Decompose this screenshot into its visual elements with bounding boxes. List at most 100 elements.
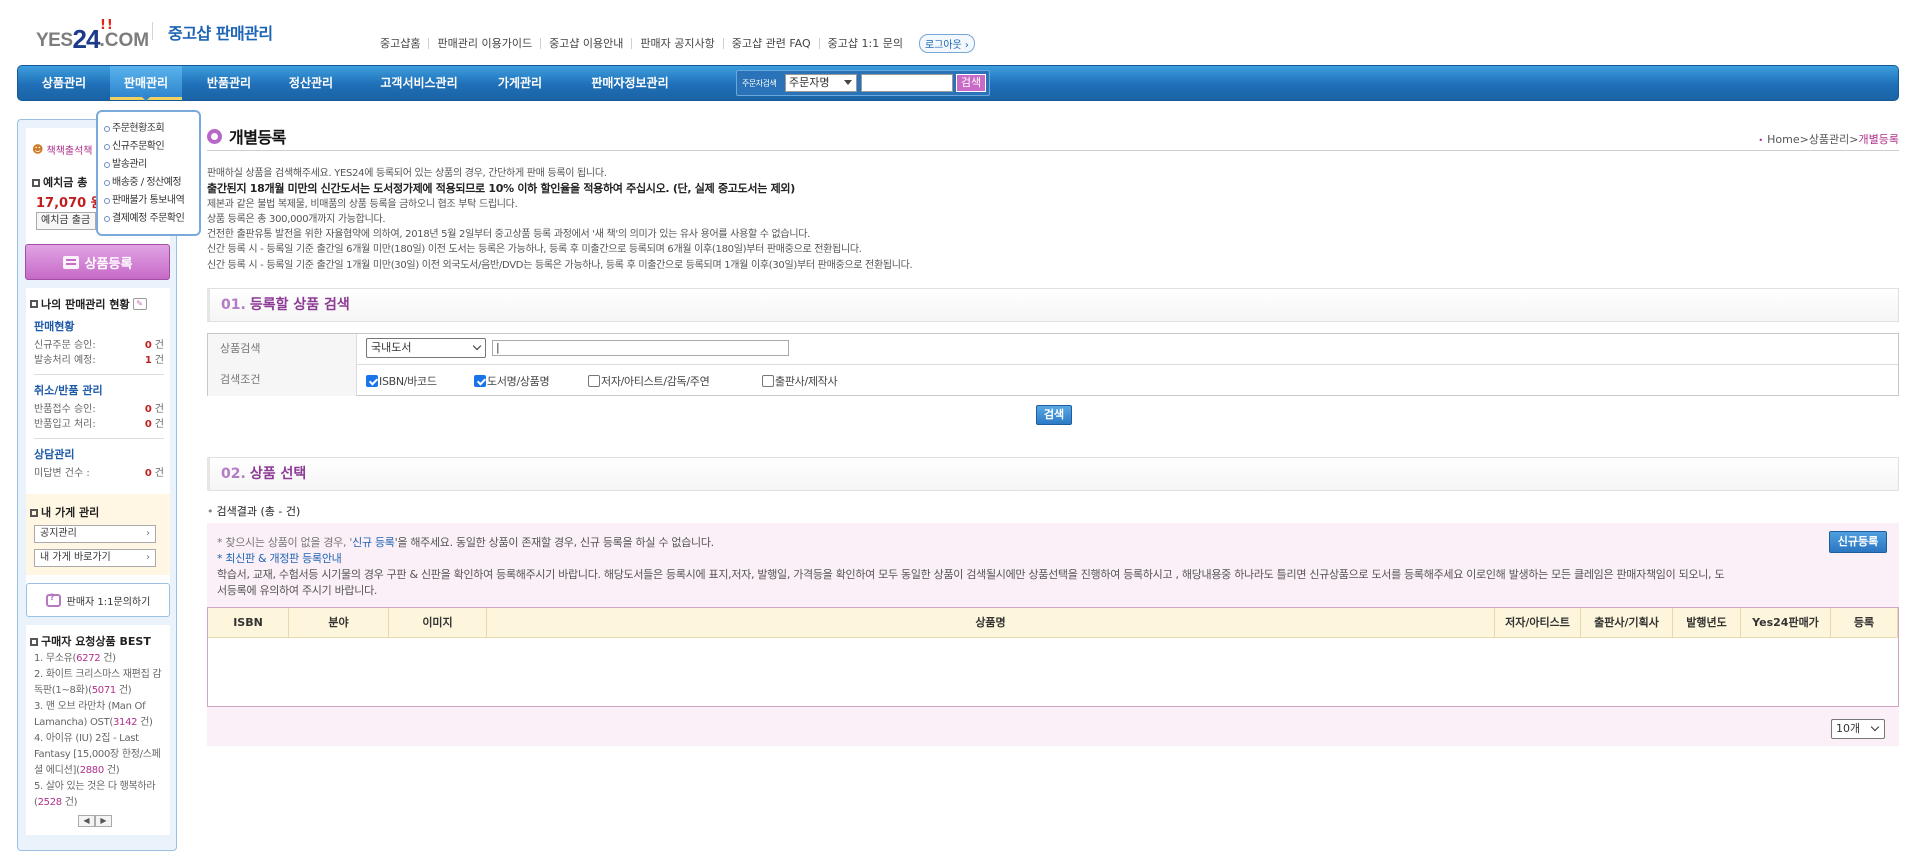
product-search-label: 상품검색	[208, 334, 357, 365]
notice-line: 건전한 출판유통 발전을 위한 자율협약에 의하여, 2018년 5월 2일부터…	[207, 229, 811, 241]
nav-item-return-management[interactable]: 반품관리	[194, 66, 264, 100]
nav-item-sales-management[interactable]: 판매관리	[110, 66, 182, 101]
status-label: 미답변 건수 :	[34, 468, 90, 479]
best-title-text: 구매자 요청상품 BEST	[41, 635, 151, 648]
status-unit: 건	[154, 340, 164, 351]
seller-inquiry-button[interactable]: 판매자 1:1문의하기	[26, 583, 170, 617]
dropdown-item-unavailable[interactable]: 판매불가 통보내역	[104, 192, 199, 210]
pager-prev-icon[interactable]: ◀	[78, 815, 95, 827]
dropdown-item-in-delivery[interactable]: 배송중 / 정산예정	[104, 174, 199, 192]
nav-item-customer-service[interactable]: 고객서비스관리	[364, 66, 474, 100]
group-title[interactable]: 판매현황	[34, 318, 164, 334]
square-bullet-icon	[30, 300, 38, 308]
new-register-link[interactable]: 신규 등록	[352, 536, 395, 549]
logo-yes: YES	[36, 30, 73, 51]
top-link-inquiry[interactable]: 중고샵 1:1 문의	[818, 38, 911, 49]
checkbox-checked-icon[interactable]	[366, 375, 378, 387]
result-guide: * 찾으시는 상품이 없을 경우, '신규 등록'을 해주세요. 동일한 상품이…	[217, 535, 1877, 599]
search-row-condition: 검색조건 ISBN/바코드 도서명/상품명 저자/아티스트/감독/주연 출판사/…	[208, 365, 1898, 396]
section-number: 01.	[221, 297, 246, 313]
title-divider	[207, 150, 1899, 151]
top-link-used-shop-home[interactable]: 중고샵홈	[380, 38, 428, 49]
product-keyword-input[interactable]: |	[492, 340, 789, 356]
dropdown-item-new-order[interactable]: 신규주문확인	[104, 138, 199, 156]
sales-management-dropdown: 주문현황조회 신규주문확인 발송관리 배송중 / 정산예정 판매불가 통보내역 …	[96, 110, 201, 236]
status-value: 0	[144, 468, 152, 479]
order-search-button[interactable]: 검색	[956, 74, 986, 92]
pager-next-icon[interactable]: ▶	[95, 815, 112, 827]
status-row[interactable]: 미답변 건수 : 0건	[34, 466, 164, 481]
top-link-usage-info[interactable]: 중고샵 이용안내	[540, 38, 631, 49]
breadcrumb-parent[interactable]: 상품관리	[1809, 133, 1849, 146]
column-header-year: 발행년도	[1673, 608, 1741, 637]
order-search-label: 주문자검색	[742, 79, 777, 88]
best-item[interactable]: 4. 아이유 (IU) 2집 - Last Fantasy [15,000장 한…	[34, 731, 166, 779]
checkbox-isbn[interactable]: ISBN/바코드	[366, 373, 437, 389]
page-size-select[interactable]: 10개	[1831, 719, 1885, 739]
register-product-label: 상품등록	[84, 256, 133, 272]
square-bullet-icon	[30, 509, 38, 517]
logout-button[interactable]: 로그아웃 ›	[918, 34, 975, 53]
seller-name-text: 책책출석책	[46, 146, 93, 157]
top-link-seller-notice[interactable]: 판매자 공지사항	[631, 38, 722, 49]
status-unit: 건	[154, 355, 164, 366]
order-search-input[interactable]	[861, 74, 953, 92]
nav-item-store-management[interactable]: 가게관리	[486, 66, 554, 100]
checkbox-title[interactable]: 도서명/상품명	[474, 373, 550, 389]
nav-item-product-management[interactable]: 상품관리	[30, 66, 98, 100]
notice-line: 판매하실 상품을 검색해주세요. YES24에 등록되어 있는 상품의 경우, …	[207, 168, 607, 179]
checkbox-author[interactable]: 저자/아티스트/감독/주연	[588, 373, 710, 389]
checkbox-checked-icon[interactable]	[474, 375, 486, 387]
top-link-guide[interactable]: 판매관리 이용가이드	[428, 38, 540, 49]
status-row[interactable]: 신규주문 승인: 0 건	[34, 338, 164, 353]
group-title[interactable]: 취소/반품 관리	[34, 382, 164, 398]
seller-inquiry-label: 판매자 1:1문의하기	[66, 596, 151, 608]
status-row[interactable]: 반품입고 처리: 0 건	[34, 417, 164, 432]
group-title[interactable]: 상담관리	[34, 446, 164, 462]
guide-line-new-register: * 찾으시는 상품이 없을 경우, '신규 등록'을 해주세요. 동일한 상품이…	[217, 535, 1877, 551]
notice-management-button[interactable]: 공지관리	[34, 525, 156, 543]
best-item[interactable]: 2. 화이트 크리스마스 재편집 감독판(1~8화)(5071 건)	[34, 667, 166, 699]
latest-edition-guide-link[interactable]: * 최신판 & 개정판 등록안내	[217, 551, 1877, 567]
chevron-down-icon	[472, 341, 482, 351]
nav-item-seller-info[interactable]: 판매자정보관리	[570, 66, 690, 100]
go-to-store-button[interactable]: 내 가게 바로가기	[34, 549, 156, 567]
dropdown-item-payment-due[interactable]: 결제예정 주문확인	[104, 210, 199, 228]
section-product-select: 02. 상품 선택	[207, 457, 1899, 491]
best-item[interactable]: 5. 살아 있는 것은 다 행복하라(2528 건)	[34, 779, 166, 811]
notice-line: 신간 등록 시 - 등록일 기준 출간일 6개월 미만(180일) 이전 도서는…	[207, 244, 862, 256]
column-header-author: 저자/아티스트	[1495, 608, 1581, 637]
order-search-type-select[interactable]: 주문자명	[785, 74, 857, 92]
section-title: 등록할 상품 검색	[249, 297, 350, 313]
square-bullet-icon	[30, 638, 38, 646]
product-search-button[interactable]: 검색	[1036, 405, 1072, 425]
logo-dots: !!	[100, 18, 114, 33]
best-item[interactable]: 3. 맨 오브 라만차 (Man Of Lamancha) OST(3142 건…	[34, 699, 166, 731]
checkbox-label: 출판사/제작사	[775, 375, 838, 388]
page-size-value: 10개	[1836, 722, 1861, 735]
checkbox-unchecked-icon[interactable]	[588, 375, 600, 387]
status-row[interactable]: 발송처리 예정: 1 건	[34, 353, 164, 368]
category-select[interactable]: 국내도서	[366, 338, 486, 358]
settings-icon[interactable]: ✎	[132, 298, 147, 310]
best-item-suffix: 건)	[100, 653, 116, 664]
best-item[interactable]: 1. 무소유(6272 건)	[34, 651, 166, 667]
bullet-icon	[104, 144, 110, 150]
yes24-logo[interactable]: !! YES 24 .COM	[36, 16, 149, 54]
main-nav: 상품관리 판매관리 반품관리 정산관리 고객서비스관리 가게관리 판매자정보관리…	[17, 65, 1899, 101]
breadcrumb-current: 개별등록	[1858, 133, 1899, 146]
register-product-button[interactable]: 상품등록	[25, 244, 170, 280]
dropdown-item-shipping[interactable]: 발송관리	[104, 156, 199, 174]
dropdown-item-order-status[interactable]: 주문현황조회	[104, 120, 199, 138]
seller-name: ☻ 책책출석책	[32, 142, 92, 157]
deposit-withdraw-button[interactable]: 예치금 출금	[36, 212, 96, 230]
top-link-faq[interactable]: 중고샵 관련 FAQ	[722, 38, 819, 49]
checkbox-unchecked-icon[interactable]	[762, 375, 774, 387]
nav-item-settlement-management[interactable]: 정산관리	[276, 66, 346, 100]
brand-title[interactable]: 중고샵 판매관리	[168, 20, 273, 44]
new-register-button[interactable]: 신규등록	[1829, 531, 1887, 553]
checkbox-publisher[interactable]: 출판사/제작사	[762, 373, 838, 389]
status-row[interactable]: 반품접수 승인: 0 건	[34, 402, 164, 417]
bullet-icon	[104, 180, 110, 186]
breadcrumb-home[interactable]: Home	[1767, 133, 1799, 146]
